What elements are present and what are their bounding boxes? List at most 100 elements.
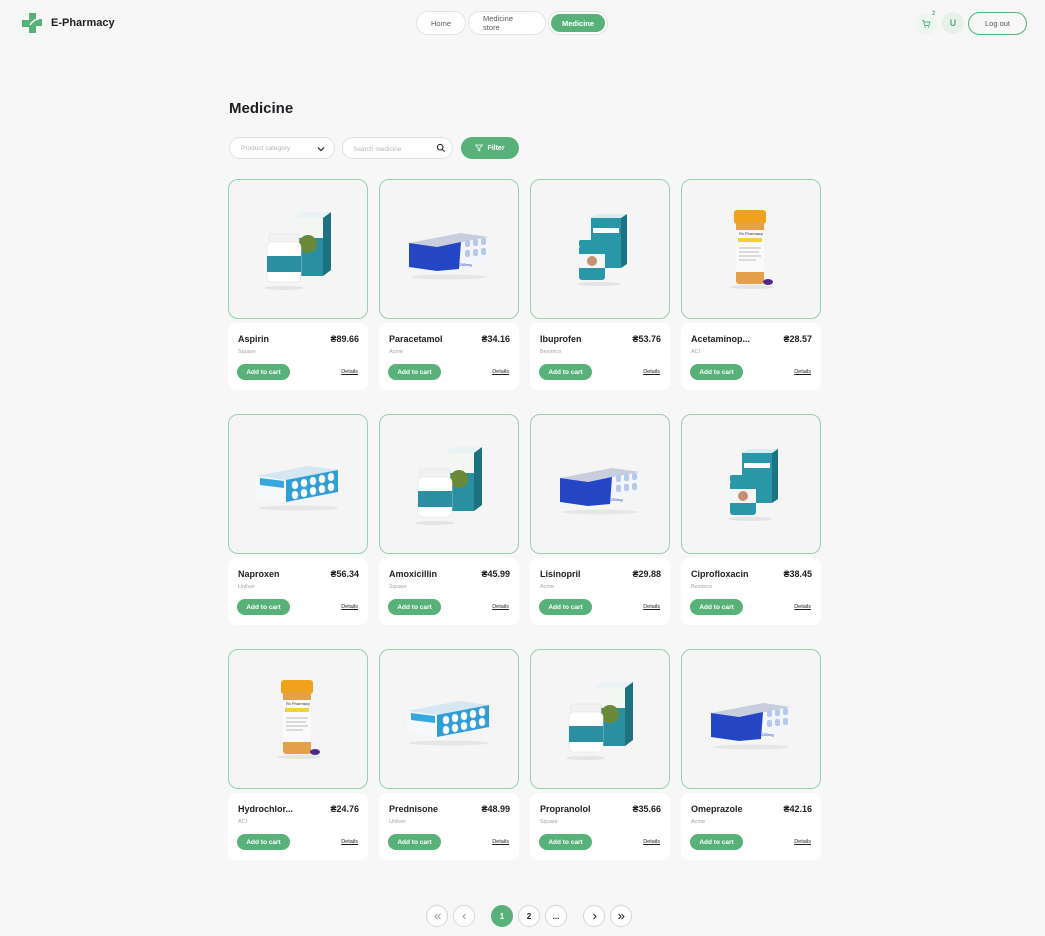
details-link[interactable]: Details	[341, 369, 358, 375]
category-placeholder: Product category	[241, 145, 291, 152]
product-image[interactable]: Antibiotic 250mg	[379, 179, 519, 319]
product-price: ₴45.99	[481, 569, 510, 579]
page-1-button[interactable]: 1	[491, 905, 513, 927]
product-name: Omeprazole	[691, 804, 743, 814]
svg-text:Antibiotic 250mg: Antibiotic 250mg	[593, 497, 623, 502]
product-name: Ciprofloxacin	[691, 569, 749, 579]
add-to-cart-button[interactable]: Add to cart	[690, 364, 743, 380]
product-info: Naproxen ₴56.34 Unilver Add to cart Deta…	[228, 558, 368, 625]
details-link[interactable]: Details	[492, 604, 509, 610]
details-link[interactable]: Details	[643, 839, 660, 845]
product-info: Prednisone ₴48.99 Unilver Add to cart De…	[379, 793, 519, 860]
product-name: Paracetamol	[389, 334, 443, 344]
svg-text:Rx Pharmacy: Rx Pharmacy	[286, 701, 310, 706]
product-info: Paracetamol ₴34.16 Acme Add to cart Deta…	[379, 323, 519, 390]
product-name: Amoxicillin	[389, 569, 438, 579]
product-name: Aspirin	[238, 334, 270, 344]
product-image[interactable]: Antibiotic 250mg	[530, 414, 670, 554]
add-to-cart-button[interactable]: Add to cart	[237, 599, 290, 615]
product-image[interactable]	[228, 414, 368, 554]
details-link[interactable]: Details	[492, 839, 509, 845]
product-image[interactable]	[530, 649, 670, 789]
product-info: Aspirin ₴89.66 Square Add to cart Detail…	[228, 323, 368, 390]
add-to-cart-button[interactable]: Add to cart	[539, 364, 592, 380]
cart-button[interactable]: 2	[915, 11, 937, 35]
prev-page-button[interactable]	[453, 905, 475, 927]
avatar[interactable]: U	[942, 12, 964, 34]
details-link[interactable]: Details	[794, 604, 811, 610]
product-brand: Square	[389, 584, 407, 590]
details-link[interactable]: Details	[492, 369, 509, 375]
page-title: Medicine	[229, 100, 294, 117]
category-select[interactable]: Product category	[229, 137, 335, 159]
product-image[interactable]: Rx Pharmacy	[681, 179, 821, 319]
details-link[interactable]: Details	[341, 604, 358, 610]
brand-logo[interactable]: E-Pharmacy	[21, 12, 115, 34]
page-2-button[interactable]: 2	[518, 905, 540, 927]
product-info: Lisinopril ₴29.88 Acme Add to cart Detai…	[530, 558, 670, 625]
product-brand: ACI	[691, 349, 701, 355]
product-name: Lisinopril	[540, 569, 581, 579]
product-image[interactable]	[681, 414, 821, 554]
product-image[interactable]	[530, 179, 670, 319]
main-nav: Home Medicine store Medicine	[416, 11, 608, 35]
last-page-button[interactable]	[610, 905, 632, 927]
chevron-left-icon	[461, 913, 466, 919]
product-card: Antibiotic 250mg Lisinopril ₴29.88 Acme …	[530, 414, 670, 625]
search-input[interactable]	[353, 143, 433, 155]
details-link[interactable]: Details	[794, 839, 811, 845]
add-to-cart-button[interactable]: Add to cart	[388, 599, 441, 615]
add-to-cart-button[interactable]: Add to cart	[690, 599, 743, 615]
product-brand: Square	[540, 819, 558, 825]
nav-medicine[interactable]: Medicine	[548, 11, 608, 35]
product-image[interactable]	[228, 179, 368, 319]
add-to-cart-button[interactable]: Add to cart	[388, 364, 441, 380]
product-card: Amoxicillin ₴45.99 Square Add to cart De…	[379, 414, 519, 625]
product-price: ₴34.16	[481, 334, 510, 344]
product-brand: Acme	[691, 819, 706, 825]
details-link[interactable]: Details	[643, 369, 660, 375]
first-page-button[interactable]	[426, 905, 448, 927]
filter-button[interactable]: Filter	[461, 137, 519, 159]
details-link[interactable]: Details	[794, 369, 811, 375]
nav-home[interactable]: Home	[416, 11, 466, 35]
page-ellipsis[interactable]: ...	[545, 905, 567, 927]
product-brand: Square	[238, 349, 256, 355]
nav-medicine-label: Medicine	[551, 14, 605, 32]
product-info: Ibuprofen ₴53.76 Beximco Add to cart Det…	[530, 323, 670, 390]
nav-medicine-store[interactable]: Medicine store	[468, 11, 546, 35]
pagination: 1 2 ...	[426, 905, 632, 927]
product-image[interactable]	[379, 414, 519, 554]
logo-icon	[22, 13, 42, 33]
add-to-cart-button[interactable]: Add to cart	[690, 834, 743, 850]
product-name: Propranolol	[540, 804, 591, 814]
details-link[interactable]: Details	[341, 839, 358, 845]
product-image[interactable]	[379, 649, 519, 789]
add-to-cart-button[interactable]: Add to cart	[237, 364, 290, 380]
add-to-cart-button[interactable]: Add to cart	[237, 834, 290, 850]
add-to-cart-button[interactable]: Add to cart	[388, 834, 441, 850]
cart-icon	[922, 20, 931, 28]
double-chevron-left-icon	[433, 913, 441, 919]
chevron-down-icon	[317, 147, 325, 152]
next-page-button[interactable]	[583, 905, 605, 927]
product-image[interactable]: Rx Pharmacy	[228, 649, 368, 789]
filter-icon	[475, 144, 484, 152]
details-link[interactable]: Details	[643, 604, 660, 610]
svg-text:Rx Pharmacy: Rx Pharmacy	[739, 231, 763, 236]
product-price: ₴29.88	[632, 569, 661, 579]
product-image[interactable]: Antibiotic 250mg	[681, 649, 821, 789]
product-name: Hydrochlor...	[238, 804, 294, 814]
add-to-cart-button[interactable]: Add to cart	[539, 834, 592, 850]
product-brand: Unilver	[389, 819, 407, 825]
add-to-cart-button[interactable]: Add to cart	[539, 599, 592, 615]
product-card: Ciprofloxacin ₴38.45 Beximco Add to cart…	[681, 414, 821, 625]
cart-count-badge: 2	[932, 11, 936, 17]
product-name: Ibuprofen	[540, 334, 582, 344]
product-price: ₴24.76	[330, 804, 359, 814]
search-icon[interactable]	[436, 143, 446, 153]
logout-button[interactable]: Log out	[968, 12, 1027, 35]
product-info: Propranolol ₴35.66 Square Add to cart De…	[530, 793, 670, 860]
brand-name: E-Pharmacy	[51, 17, 115, 29]
product-card: Rx Pharmacy Acetaminop... ₴28.57 ACI Add…	[681, 179, 821, 390]
